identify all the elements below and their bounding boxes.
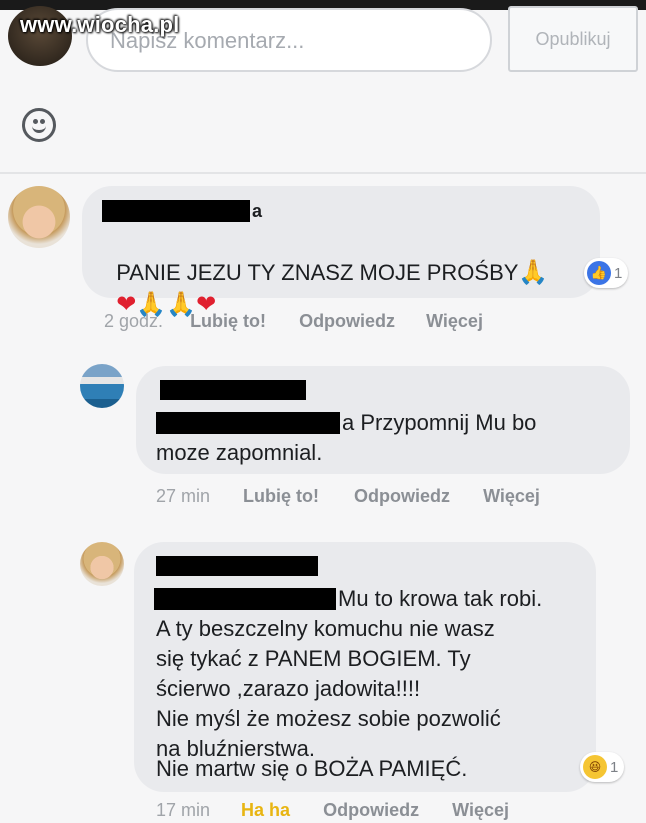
like-link[interactable]: Lubię to! [190, 311, 266, 332]
smiley-icon[interactable] [22, 108, 56, 142]
more-link[interactable]: Więcej [452, 800, 509, 821]
comment-text-line: się tykać z PANEM BOGIEM. Ty [156, 646, 471, 671]
reply-link[interactable]: Odpowiedz [299, 311, 395, 332]
redacted-mention [156, 412, 340, 434]
reaction-badge[interactable]: 👍 1 [584, 258, 629, 288]
reaction-count: 1 [610, 758, 619, 776]
timestamp[interactable]: 17 min [156, 800, 210, 821]
comment-text-line: A ty beszczelny komuchu nie wasz [156, 616, 495, 641]
comment-text-line: Mu to krowa tak robi. [338, 586, 543, 611]
more-link[interactable]: Więcej [483, 486, 540, 507]
comment-text-line: moze zapomnial. [156, 440, 323, 465]
publish-button[interactable]: Opublikuj [508, 6, 638, 72]
like-link[interactable]: Lubię to! [243, 486, 319, 507]
reply-link[interactable]: Odpowiedz [323, 800, 419, 821]
watermark: www.wiocha.pl [20, 12, 180, 37]
comment-actions: 17 min Ha ha Odpowiedz Więcej [156, 800, 509, 821]
praying-hands-icon: 🙏 [518, 259, 549, 286]
author-name-suffix: a [252, 201, 263, 221]
comment-text-line: ścierwo ,zarazo jadowita!!!! [156, 676, 421, 701]
redacted-mention [154, 588, 336, 610]
avatar[interactable] [8, 186, 70, 248]
laughing-face-icon: 😆 [583, 755, 607, 779]
comment-actions: 27 min Lubię to! Odpowiedz Więcej [156, 486, 540, 507]
divider [0, 172, 646, 174]
comment-text-line: a Przypomnij Mu bo [342, 410, 537, 435]
haha-reaction-link[interactable]: Ha ha [241, 800, 290, 821]
comment-actions: 2 godz. Lubię to! Odpowiedz Więcej [104, 311, 483, 332]
timestamp[interactable]: 27 min [156, 486, 210, 507]
reply-link[interactable]: Odpowiedz [354, 486, 450, 507]
reaction-badge[interactable]: 😆 1 [580, 752, 625, 782]
thumbs-up-icon: 👍 [587, 261, 611, 285]
more-link[interactable]: Więcej [426, 311, 483, 332]
comment-text-line: Nie martw się o BOŻA PAMIĘĆ. [156, 756, 468, 781]
redacted-name [160, 380, 306, 400]
avatar[interactable] [80, 364, 124, 408]
reaction-count: 1 [614, 264, 623, 282]
comment-text-line: Nie myśl że możesz sobie pozwolić [156, 706, 501, 731]
timestamp[interactable]: 2 godz. [104, 311, 163, 332]
redacted-name [156, 556, 318, 576]
redacted-name [102, 200, 250, 222]
avatar[interactable] [80, 542, 124, 586]
